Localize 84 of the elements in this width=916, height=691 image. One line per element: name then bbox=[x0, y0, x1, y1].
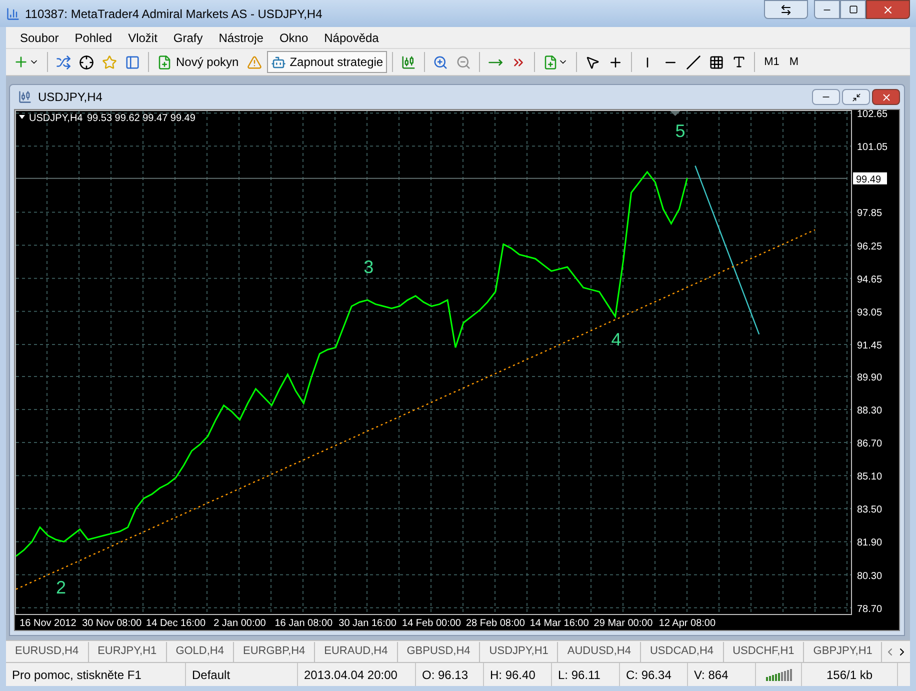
candlestick-icon[interactable] bbox=[401, 54, 416, 70]
status-text: L: 96.11 bbox=[552, 663, 620, 686]
crosshair-icon[interactable] bbox=[608, 54, 624, 70]
profiles-icon[interactable] bbox=[56, 54, 71, 70]
axis-label: 16 Nov 2012 bbox=[20, 618, 76, 629]
chart-window-title: USDJPY,H4 bbox=[38, 89, 102, 106]
axis-label: 80.30 bbox=[857, 570, 882, 582]
status-text: Pro pomoc, stiskněte F1 bbox=[6, 663, 186, 686]
app-icon bbox=[6, 6, 20, 20]
text-icon[interactable] bbox=[732, 55, 746, 69]
close-button[interactable] bbox=[866, 0, 910, 19]
menu-item[interactable]: Grafy bbox=[165, 28, 211, 48]
new-order-button[interactable]: Nový pokyn bbox=[154, 51, 242, 73]
cursor-icon[interactable] bbox=[585, 54, 600, 70]
close-icon bbox=[882, 4, 894, 16]
axis-label: 14 Mar 16:00 bbox=[530, 618, 589, 629]
maximize-button[interactable] bbox=[840, 0, 866, 19]
maximize-icon bbox=[848, 5, 858, 14]
axis-label: 89.90 bbox=[857, 372, 882, 384]
chart-legend-values: 99.53 99.62 99.47 99.49 bbox=[87, 113, 196, 124]
timeframe-button[interactable]: M bbox=[785, 51, 803, 73]
status-text: 156/1 kb bbox=[802, 663, 898, 686]
grid-icon[interactable] bbox=[709, 54, 724, 70]
close-button[interactable] bbox=[872, 89, 900, 105]
zoom-out-icon[interactable] bbox=[456, 54, 472, 70]
axis-label: 81.90 bbox=[857, 538, 882, 549]
document-plus-icon bbox=[157, 54, 172, 70]
axis-label: 14 Feb 00:00 bbox=[402, 618, 461, 629]
axis-label: 101.05 bbox=[857, 142, 887, 154]
wave-label: 5 bbox=[675, 120, 686, 141]
status-text: Default bbox=[186, 663, 298, 686]
wave-label: 3 bbox=[364, 257, 374, 278]
menu-item[interactable]: Vložit bbox=[120, 28, 166, 48]
axis-label: 30 Nov 08:00 bbox=[82, 618, 142, 629]
status-text: C: 96.34 bbox=[620, 663, 688, 686]
axis-label: 93.05 bbox=[857, 307, 882, 318]
robot-icon bbox=[270, 54, 286, 70]
resize-button[interactable] bbox=[764, 0, 808, 19]
axis-label: 12 Apr 08:00 bbox=[658, 618, 716, 629]
axis-label: 28 Feb 08:00 bbox=[466, 618, 525, 629]
restore-icon bbox=[852, 92, 860, 102]
axis-label: 86.70 bbox=[857, 438, 882, 450]
axis-label: 94.65 bbox=[857, 274, 882, 286]
close-icon bbox=[880, 92, 892, 102]
axis-label: 2 Jan 00:00 bbox=[214, 618, 266, 629]
wave-label: 4 bbox=[611, 329, 622, 350]
timeframe-button[interactable]: M1 bbox=[760, 51, 784, 73]
axis-label: 102.65 bbox=[857, 110, 887, 120]
dropdown-triangle-icon[interactable] bbox=[19, 115, 25, 119]
zoom-in-icon[interactable] bbox=[433, 54, 448, 70]
status-text: V: 864 bbox=[688, 663, 756, 686]
chart-legend-symbol: USDJPY,H4 bbox=[29, 113, 83, 124]
chart-shift-marker bbox=[670, 111, 680, 116]
status-text: 2013.04.04 20:00 bbox=[298, 663, 416, 686]
enable-strategies-button[interactable]: Zapnout strategie bbox=[266, 51, 388, 73]
axis-label: 14 Dec 16:00 bbox=[146, 618, 206, 629]
double-arrow-icon bbox=[780, 4, 792, 16]
axis-label: 78.70 bbox=[857, 604, 882, 615]
axis-label: 30 Jan 16:00 bbox=[338, 618, 396, 629]
panel-icon[interactable] bbox=[125, 54, 140, 70]
crosshair-icon[interactable] bbox=[79, 54, 94, 70]
chart-window-icon bbox=[18, 90, 32, 104]
status-text: O: 96.13 bbox=[416, 663, 484, 686]
axis-label: 85.10 bbox=[857, 472, 882, 483]
axis-label: 97.85 bbox=[857, 208, 882, 220]
wave-label: 2 bbox=[56, 577, 66, 598]
axis-label: 83.50 bbox=[857, 504, 882, 516]
trend-line-icon[interactable] bbox=[686, 54, 702, 70]
menu-item[interactable]: Nástroje bbox=[210, 28, 272, 48]
axis-label: 91.45 bbox=[857, 340, 882, 352]
axis-label: 96.25 bbox=[857, 241, 882, 252]
window-title: 110387: MetaTrader4 Admiral Markets AS - USDJPY,H4 bbox=[25, 6, 322, 22]
menu-item[interactable]: Nápověda bbox=[316, 28, 387, 48]
menu-item[interactable]: Okno bbox=[271, 28, 316, 48]
connection-bars-icon bbox=[766, 668, 792, 681]
menu-item[interactable]: Soubor bbox=[12, 28, 67, 48]
axis-label: 16 Jan 08:00 bbox=[274, 618, 333, 629]
star-icon[interactable] bbox=[102, 54, 117, 70]
axis-label: 88.30 bbox=[857, 406, 882, 416]
axis-label: 29 Mar 00:00 bbox=[594, 618, 653, 629]
restore-button[interactable] bbox=[842, 89, 870, 105]
price-tag: 99.49 bbox=[853, 172, 887, 186]
status-text: H: 96.40 bbox=[484, 663, 552, 686]
menu-item[interactable]: Pohled bbox=[66, 28, 120, 48]
